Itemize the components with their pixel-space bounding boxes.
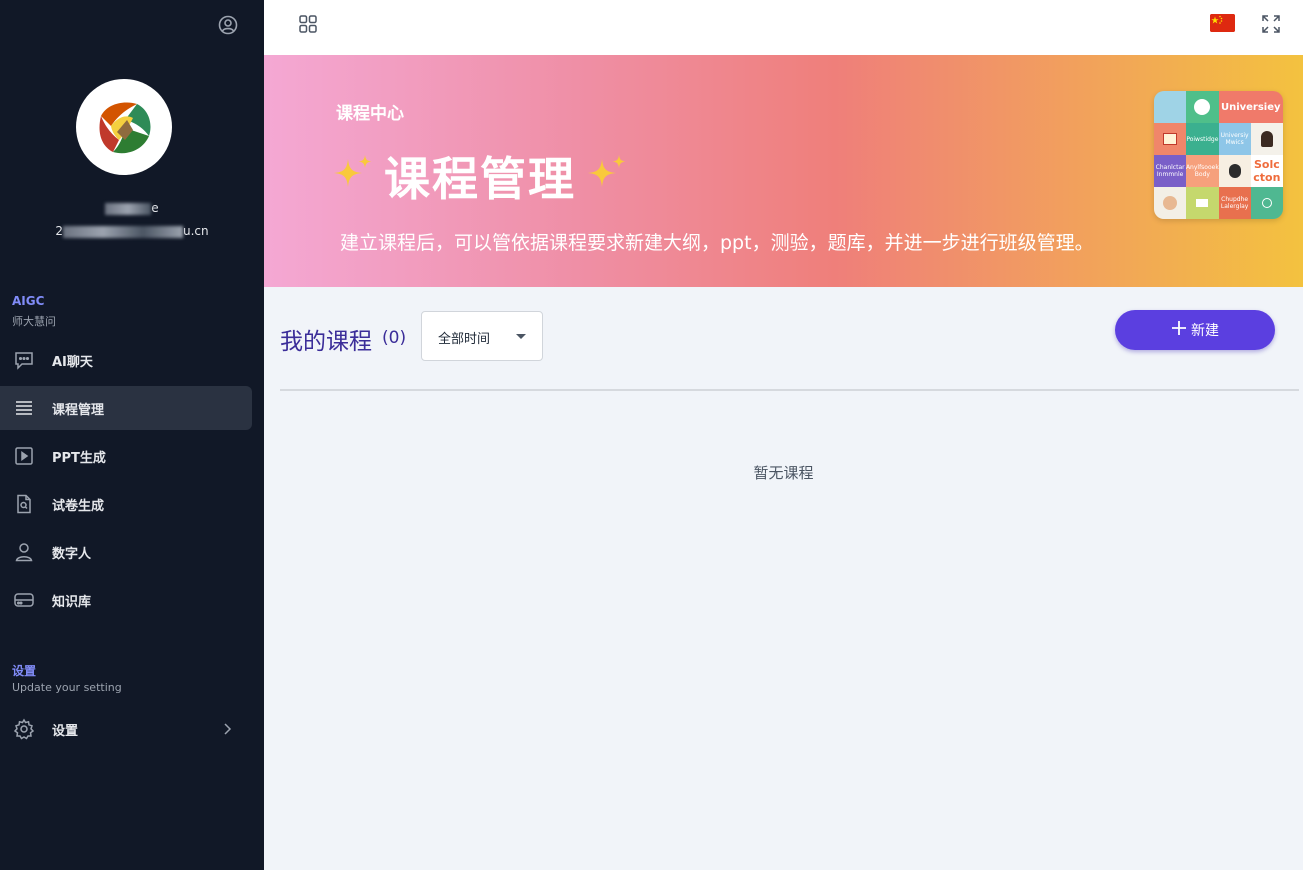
group-title-aigc: AIGC (12, 294, 45, 308)
banner-title-row: 课程管理 (330, 143, 630, 209)
redacted-name (105, 202, 152, 215)
collage-network-icon (1250, 187, 1283, 219)
banner-kicker: 课程中心 (336, 104, 404, 124)
collage-tile: Universiey (1218, 91, 1283, 123)
sidebar-item-settings[interactable]: 设置 (0, 707, 252, 751)
banner-description: 建立课程后，可以管依据课程要求新建大纲，ppt，测验，题库，并进一步进行班级管理… (340, 232, 1094, 254)
course-count: (0) (382, 328, 407, 348)
fullscreen-icon[interactable] (1260, 13, 1282, 35)
sidebar-item-ai-chat[interactable]: AI聊天 (0, 338, 252, 382)
banner-title: 课程管理 (384, 152, 576, 206)
course-collage-image: Universiey Poiwstidge Universiy Mwics Ch… (1154, 91, 1283, 219)
list-icon (12, 396, 36, 420)
collage-reader-icon (1218, 155, 1251, 187)
new-course-button[interactable]: 新建 (1115, 310, 1275, 350)
sidebar: e 2 u.cn AIGC 师大慧问 AI聊天 课程管理 PPT生成 试卷生成 … (0, 0, 264, 870)
sidebar-item-label: AI聊天 (52, 354, 93, 370)
collage-tile: Chupdhe Lalerglay (1218, 187, 1251, 219)
empty-state-text: 暂无课程 (753, 464, 814, 482)
caret-down-icon (516, 334, 526, 339)
sidebar-item-digital-human[interactable]: 数字人 (0, 530, 252, 574)
my-courses-title: 我的课程 (280, 329, 372, 355)
chat-icon (12, 348, 36, 372)
collage-tile (1154, 91, 1187, 123)
plus-icon (1171, 319, 1187, 341)
person-icon (12, 540, 36, 564)
sidebar-item-exam-generation[interactable]: 试卷生成 (0, 482, 252, 526)
collage-tile: Solc cton (1250, 155, 1283, 187)
gear-icon (12, 717, 36, 741)
redacted-email (63, 225, 183, 238)
user-name-suffix: e (151, 201, 159, 215)
group-title-settings: 设置 (12, 664, 37, 678)
user-email: 2 u.cn (0, 224, 264, 238)
empty-state: 暂无课程 (0, 462, 1303, 483)
database-icon (12, 588, 36, 612)
topbar (264, 0, 1303, 55)
content-divider (280, 389, 1299, 391)
collage-tile (1186, 91, 1219, 123)
sidebar-item-knowledge-base[interactable]: 知识库 (0, 578, 252, 622)
university-logo (76, 79, 172, 175)
collage-graduate-icon (1250, 123, 1283, 155)
collage-tile: Poiwstidge (1186, 123, 1219, 155)
group-subtitle-aigc: 师大慧问 (12, 315, 56, 328)
sidebar-item-course-management[interactable]: 课程管理 (0, 386, 252, 430)
sparkle-icon (584, 151, 630, 201)
collage-book-icon (1154, 123, 1187, 155)
time-filter-value: 全部时间 (438, 332, 491, 347)
collage-badge-icon (1194, 99, 1211, 115)
user-profile-icon[interactable] (217, 14, 239, 36)
group-subtitle-settings: Update your setting (12, 681, 122, 694)
user-email-suffix: u.cn (183, 224, 209, 238)
user-email-prefix: 2 (55, 224, 63, 238)
collage-chart-icon (1186, 187, 1219, 219)
sidebar-item-label: 课程管理 (52, 402, 105, 418)
grid-icon[interactable] (297, 13, 319, 35)
new-course-label: 新建 (1191, 323, 1219, 339)
time-filter-select[interactable]: 全部时间 (421, 311, 543, 361)
sidebar-item-label: 知识库 (52, 594, 92, 610)
document-search-icon (12, 492, 36, 516)
course-center-banner: 课程中心 课程管理 建立课程后，可以管依据课程要求新建大纲，ppt，测验，题库，… (264, 55, 1303, 287)
user-name: e (0, 201, 264, 215)
sidebar-item-label: 数字人 (52, 546, 92, 562)
collage-tile: Chanlctar Inmmnle (1154, 155, 1187, 187)
china-flag-icon[interactable] (1210, 14, 1235, 32)
collage-tile: Universiy Mwics (1218, 123, 1251, 155)
sparkle-icon (330, 151, 376, 201)
collage-tile: Anylfsooek Body (1186, 155, 1219, 187)
collage-students-icon (1154, 187, 1187, 219)
sidebar-item-label: 设置 (52, 723, 79, 739)
chevron-right-icon (220, 721, 234, 740)
sidebar-item-label: 试卷生成 (52, 498, 105, 514)
